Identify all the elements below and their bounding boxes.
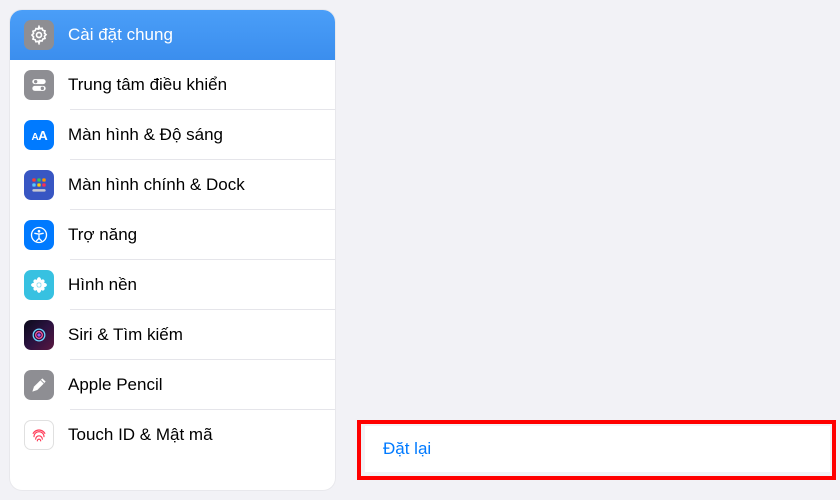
sidebar-item-label: Màn hình chính & Dock bbox=[68, 175, 245, 195]
sidebar-item-label: Cài đặt chung bbox=[68, 25, 173, 45]
sidebar-item-home-screen[interactable]: Màn hình chính & Dock bbox=[10, 160, 335, 210]
settings-detail-pane: Đặt lại bbox=[335, 10, 830, 490]
reset-label: Đặt lại bbox=[383, 439, 431, 458]
sidebar-item-siri[interactable]: Siri & Tìm kiếm bbox=[10, 310, 335, 360]
sidebar-item-label: Apple Pencil bbox=[68, 375, 163, 395]
svg-text:A: A bbox=[38, 128, 48, 143]
siri-icon bbox=[24, 320, 54, 350]
accessibility-icon bbox=[24, 220, 54, 250]
flower-icon bbox=[24, 270, 54, 300]
text-size-icon: A A bbox=[24, 120, 54, 150]
sidebar-item-control-center[interactable]: Trung tâm điều khiển bbox=[10, 60, 335, 110]
toggles-icon bbox=[24, 70, 54, 100]
sidebar-item-label: Touch ID & Mật mã bbox=[68, 425, 213, 445]
sidebar-item-general[interactable]: Cài đặt chung bbox=[10, 10, 335, 60]
settings-sidebar: Cài đặt chung Trung tâm điều khiển A A bbox=[10, 10, 335, 490]
fingerprint-icon bbox=[24, 420, 54, 450]
gear-icon bbox=[24, 20, 54, 50]
pencil-icon bbox=[24, 370, 54, 400]
sidebar-item-apple-pencil[interactable]: Apple Pencil bbox=[10, 360, 335, 410]
sidebar-item-label: Trung tâm điều khiển bbox=[68, 75, 227, 95]
sidebar-item-label: Màn hình & Độ sáng bbox=[68, 125, 223, 145]
sidebar-item-wallpaper[interactable]: Hình nền bbox=[10, 260, 335, 310]
sidebar-item-label: Trợ năng bbox=[68, 225, 137, 245]
reset-row[interactable]: Đặt lại bbox=[365, 426, 830, 472]
sidebar-item-accessibility[interactable]: Trợ năng bbox=[10, 210, 335, 260]
sidebar-item-display[interactable]: A A Màn hình & Độ sáng bbox=[10, 110, 335, 160]
sidebar-item-touch-id[interactable]: Touch ID & Mật mã bbox=[10, 410, 335, 460]
app-grid-icon bbox=[24, 170, 54, 200]
sidebar-item-label: Siri & Tìm kiếm bbox=[68, 325, 183, 345]
sidebar-item-label: Hình nền bbox=[68, 275, 137, 295]
